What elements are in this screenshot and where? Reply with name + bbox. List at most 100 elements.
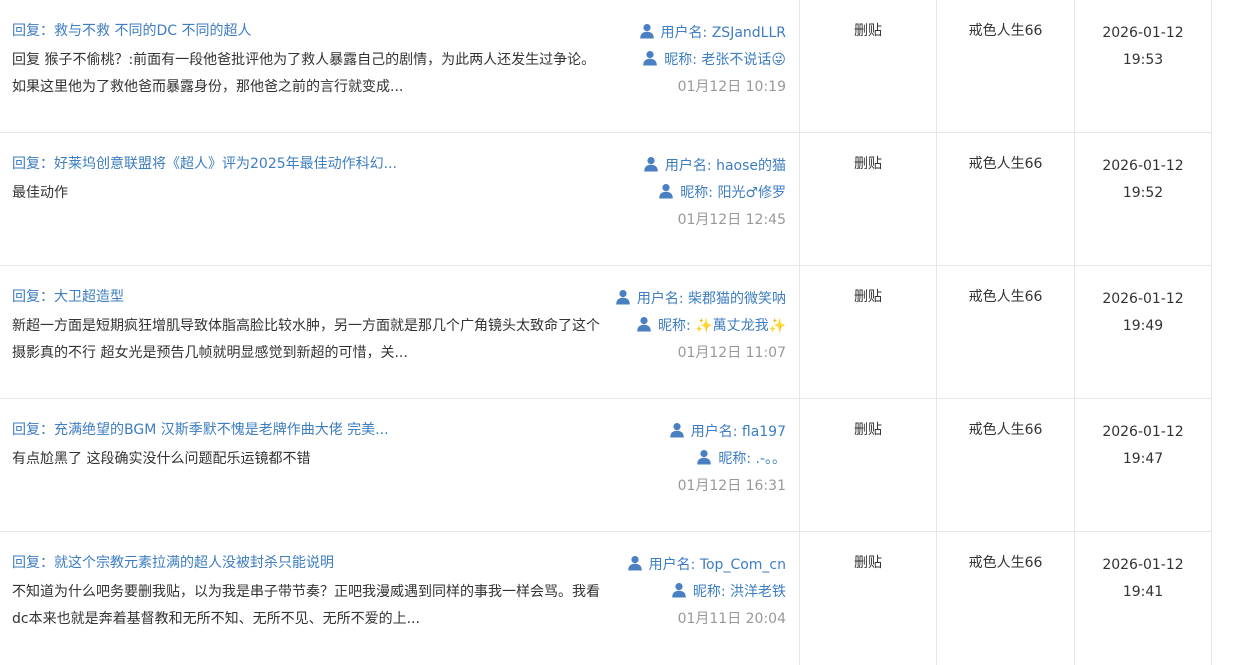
post-author-meta: 用户名: haose的猫 昵称: 阳光♂修罗 01月12日 12:45 bbox=[643, 153, 786, 234]
operation-time-cell: 2026-01-12 19:41 bbox=[1075, 532, 1212, 665]
operation-time-cell: 2026-01-12 19:47 bbox=[1075, 399, 1212, 531]
nickname-line: 昵称: 阳光♂修罗 bbox=[643, 180, 786, 207]
username-line[interactable]: 用户名: Top_Com_cn bbox=[627, 552, 786, 579]
operation-time: 2026-01-12 19:47 bbox=[1075, 419, 1211, 473]
post-title-link[interactable]: 回复：救与不救 不同的DC 不同的超人 bbox=[12, 20, 251, 40]
user-icon bbox=[615, 288, 631, 305]
table-row: 回复：救与不救 不同的DC 不同的超人 回复 猴子不偷桃？:前面有一段他爸批评他… bbox=[0, 0, 1212, 133]
operation-time: 2026-01-12 19:41 bbox=[1075, 552, 1211, 606]
post-title-link[interactable]: 回复：大卫超造型 bbox=[12, 286, 124, 306]
nickname-line: 昵称: ✨萬丈龙我✨ bbox=[615, 313, 786, 340]
operator-cell: 戒色人生66 bbox=[937, 399, 1075, 531]
nickname-line: 昵称: .-。。 bbox=[669, 446, 786, 473]
table-row: 回复：充满绝望的BGM 汉斯季默不愧是老牌作曲大佬 完美... 有点尬黑了 这段… bbox=[0, 399, 1212, 532]
operator-cell: 戒色人生66 bbox=[937, 133, 1075, 265]
operation-time-cell: 2026-01-12 19:52 bbox=[1075, 133, 1212, 265]
operation-clock: 19:41 bbox=[1122, 584, 1164, 600]
post-cell: 回复：好莱坞创意联盟将《超人》评为2025年最佳动作科幻... 最佳动作 用户名… bbox=[0, 133, 800, 265]
operator-cell: 戒色人生66 bbox=[937, 266, 1075, 398]
post-title-link[interactable]: 回复：充满绝望的BGM 汉斯季默不愧是老牌作曲大佬 完美... bbox=[12, 419, 389, 439]
username-text[interactable]: 用户名: fla197 bbox=[691, 424, 786, 440]
user-icon bbox=[639, 22, 655, 39]
post-date: 01月12日 12:45 bbox=[677, 212, 786, 228]
operation-date: 2026-01-12 bbox=[1102, 291, 1184, 307]
operator-name[interactable]: 戒色人生66 bbox=[937, 419, 1074, 439]
username-text[interactable]: 用户名: haose的猫 bbox=[665, 158, 786, 174]
post-cell: 回复：救与不救 不同的DC 不同的超人 回复 猴子不偷桃？:前面有一段他爸批评他… bbox=[0, 0, 800, 132]
user-icon bbox=[669, 421, 685, 438]
operator-name[interactable]: 戒色人生66 bbox=[937, 153, 1074, 173]
operation-clock: 19:52 bbox=[1122, 185, 1164, 201]
nickname-text: 昵称: 阳光♂修罗 bbox=[680, 185, 786, 201]
post-title-link[interactable]: 回复：就这个宗教元素拉满的超人没被封杀只能说明 bbox=[12, 552, 334, 572]
action-cell: 删贴 bbox=[800, 532, 937, 665]
nickname-text: 昵称: 洪洋老铁 bbox=[692, 584, 786, 600]
post-author-meta: 用户名: 柴郡猫的微笑呐 昵称: ✨萬丈龙我✨ 01月12日 11:07 bbox=[615, 286, 786, 367]
operator-name[interactable]: 戒色人生66 bbox=[937, 286, 1074, 306]
post-date: 01月11日 20:04 bbox=[677, 611, 786, 627]
user-icon bbox=[671, 581, 687, 598]
operation-clock: 19:47 bbox=[1122, 451, 1164, 467]
action-cell: 删贴 bbox=[800, 133, 937, 265]
action-label: 删贴 bbox=[854, 156, 882, 172]
post-title-link[interactable]: 回复：好莱坞创意联盟将《超人》评为2025年最佳动作科幻... bbox=[12, 153, 397, 173]
user-icon bbox=[642, 49, 658, 66]
user-icon bbox=[658, 182, 674, 199]
username-line[interactable]: 用户名: ZSJandLLR bbox=[639, 20, 786, 47]
post-author-meta: 用户名: Top_Com_cn 昵称: 洪洋老铁 01月11日 20:04 bbox=[627, 552, 786, 633]
operation-time: 2026-01-12 19:52 bbox=[1075, 153, 1211, 207]
action-label: 删贴 bbox=[854, 23, 882, 39]
table-row: 回复：就这个宗教元素拉满的超人没被封杀只能说明 不知道为什么吧务要删我贴，以为我… bbox=[0, 532, 1212, 665]
post-excerpt: 有点尬黑了 这段确实没什么问题配乐运镜都不错 bbox=[12, 451, 311, 467]
nickname-text: 昵称: .-。。 bbox=[718, 451, 786, 467]
operator-cell: 戒色人生66 bbox=[937, 0, 1075, 132]
post-date: 01月12日 11:07 bbox=[677, 345, 786, 361]
action-cell: 删贴 bbox=[800, 399, 937, 531]
moderation-log-table: 回复：救与不救 不同的DC 不同的超人 回复 猴子不偷桃？:前面有一段他爸批评他… bbox=[0, 0, 1212, 665]
operation-clock: 19:49 bbox=[1122, 318, 1164, 334]
operator-name[interactable]: 戒色人生66 bbox=[937, 20, 1074, 40]
username-text[interactable]: 用户名: ZSJandLLR bbox=[661, 25, 786, 41]
post-date: 01月12日 10:19 bbox=[677, 79, 786, 95]
post-excerpt: 新超一方面是短期疯狂增肌导致体脂高脸比较水肿，另一方面就是那几个广角镜头太致命了… bbox=[12, 318, 600, 361]
table-row: 回复：大卫超造型 新超一方面是短期疯狂增肌导致体脂高脸比较水肿，另一方面就是那几… bbox=[0, 266, 1212, 399]
action-label: 删贴 bbox=[854, 289, 882, 305]
post-cell: 回复：就这个宗教元素拉满的超人没被封杀只能说明 不知道为什么吧务要删我贴，以为我… bbox=[0, 532, 800, 665]
operator-cell: 戒色人生66 bbox=[937, 532, 1075, 665]
operation-time: 2026-01-12 19:53 bbox=[1075, 20, 1211, 74]
action-cell: 删贴 bbox=[800, 0, 937, 132]
operation-date: 2026-01-12 bbox=[1102, 557, 1184, 573]
post-cell: 回复：大卫超造型 新超一方面是短期疯狂增肌导致体脂高脸比较水肿，另一方面就是那几… bbox=[0, 266, 800, 398]
operation-time-cell: 2026-01-12 19:49 bbox=[1075, 266, 1212, 398]
user-icon bbox=[643, 155, 659, 172]
user-icon bbox=[696, 448, 712, 465]
post-author-meta: 用户名: ZSJandLLR 昵称: 老张不说话😜 01月12日 10:19 bbox=[639, 20, 786, 101]
username-text[interactable]: 用户名: 柴郡猫的微笑呐 bbox=[637, 291, 786, 307]
operation-clock: 19:53 bbox=[1122, 52, 1164, 68]
operator-name[interactable]: 戒色人生66 bbox=[937, 552, 1074, 572]
nickname-text: 昵称: 老张不说话😜 bbox=[664, 52, 786, 68]
nickname-line: 昵称: 老张不说话😜 bbox=[639, 47, 786, 74]
username-line[interactable]: 用户名: haose的猫 bbox=[643, 153, 786, 180]
post-date: 01月12日 16:31 bbox=[677, 478, 786, 494]
operation-date: 2026-01-12 bbox=[1102, 25, 1184, 41]
post-author-meta: 用户名: fla197 昵称: .-。。 01月12日 16:31 bbox=[669, 419, 786, 500]
table-row: 回复：好莱坞创意联盟将《超人》评为2025年最佳动作科幻... 最佳动作 用户名… bbox=[0, 133, 1212, 266]
post-excerpt: 最佳动作 bbox=[12, 185, 68, 201]
action-label: 删贴 bbox=[854, 555, 882, 571]
operation-time-cell: 2026-01-12 19:53 bbox=[1075, 0, 1212, 132]
action-label: 删贴 bbox=[854, 422, 882, 438]
post-excerpt: 回复 猴子不偷桃？:前面有一段他爸批评他为了救人暴露自己的剧情，为此两人还发生过… bbox=[12, 52, 596, 95]
user-icon bbox=[627, 554, 643, 571]
operation-date: 2026-01-12 bbox=[1102, 424, 1184, 440]
nickname-line: 昵称: 洪洋老铁 bbox=[627, 579, 786, 606]
username-line[interactable]: 用户名: 柴郡猫的微笑呐 bbox=[615, 286, 786, 313]
post-excerpt: 不知道为什么吧务要删我贴，以为我是串子带节奏？正吧我漫威遇到同样的事我一样会骂。… bbox=[12, 584, 600, 627]
nickname-text: 昵称: ✨萬丈龙我✨ bbox=[657, 318, 786, 334]
operation-date: 2026-01-12 bbox=[1102, 158, 1184, 174]
user-icon bbox=[636, 315, 652, 332]
username-text[interactable]: 用户名: Top_Com_cn bbox=[649, 557, 786, 573]
username-line[interactable]: 用户名: fla197 bbox=[669, 419, 786, 446]
post-cell: 回复：充满绝望的BGM 汉斯季默不愧是老牌作曲大佬 完美... 有点尬黑了 这段… bbox=[0, 399, 800, 531]
operation-time: 2026-01-12 19:49 bbox=[1075, 286, 1211, 340]
